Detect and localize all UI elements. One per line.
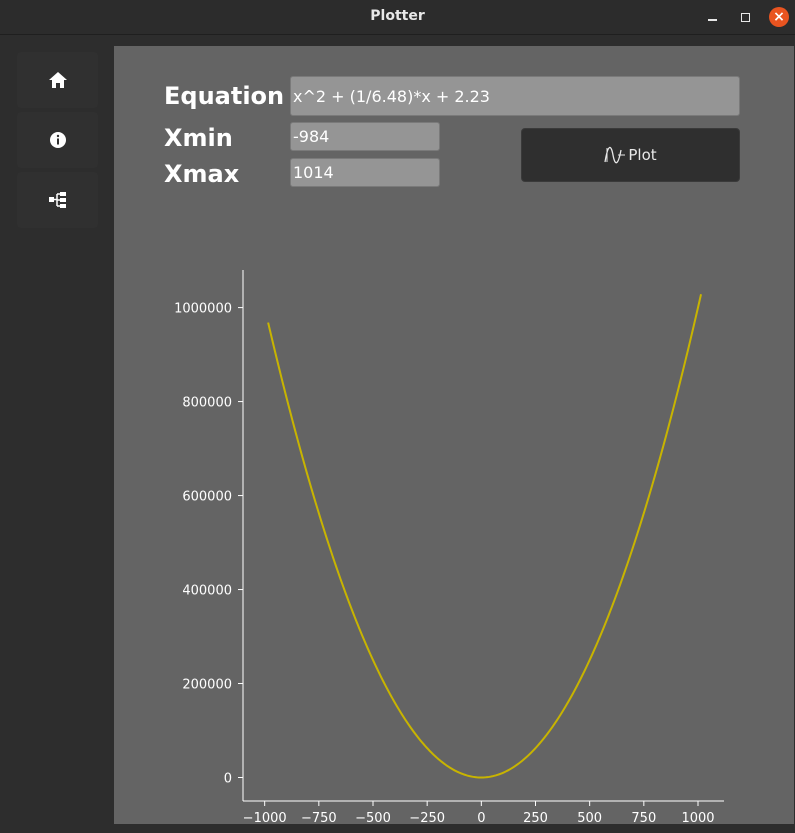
x-tick-label: −500 [355,811,391,826]
x-tick-label: 250 [523,811,548,826]
maximize-button[interactable] [736,8,754,26]
minimize-icon [707,19,717,21]
close-button[interactable]: × [769,7,789,27]
y-tick-label: 400000 [182,584,232,599]
xmax-input[interactable] [290,158,440,187]
title-bar: Plotter × [0,0,795,35]
close-icon: × [773,9,785,25]
x-tick-label: 0 [477,811,485,826]
equation-input[interactable] [290,76,740,116]
y-tick-label: 0 [224,772,232,787]
sidebar-item-info[interactable] [17,112,98,168]
x-tick-label: −250 [409,811,445,826]
main-panel: Equation Xmin Xmax Plot −1000 −750 −500 −25… [114,46,794,826]
y-tick-label: 600000 [182,490,232,505]
plot-chart: −1000 −750 −500 −250 0 250 500 750 1000 0 200000 40… [174,270,724,826]
home-icon [48,72,67,88]
y-tick-label: 1000000 [174,302,232,317]
equation-label: Equation [164,82,285,110]
x-tick-label: −1000 [243,811,287,826]
x-tick-label: 500 [577,811,602,826]
function-plot-icon [604,146,626,164]
plot-button[interactable]: Plot [521,128,740,182]
plot-button-label: Plot [628,146,657,164]
function-curve [267,294,703,779]
sidebar-item-home[interactable] [17,52,98,108]
window-title: Plotter [370,8,425,24]
xmin-label: Xmin [164,124,233,152]
y-tick-label: 200000 [182,678,232,693]
y-tick-label: 800000 [182,396,232,411]
minimize-button[interactable] [703,8,721,26]
x-tick-label: −750 [301,811,337,826]
x-tick-label: 1000 [681,811,714,826]
xmax-label: Xmax [164,160,240,188]
x-tick-label: 750 [631,811,656,826]
sidebar-item-tree[interactable] [17,172,98,228]
tree-icon [48,192,66,208]
maximize-icon [740,12,750,22]
xmin-input[interactable] [290,122,440,151]
info-icon [49,132,66,148]
